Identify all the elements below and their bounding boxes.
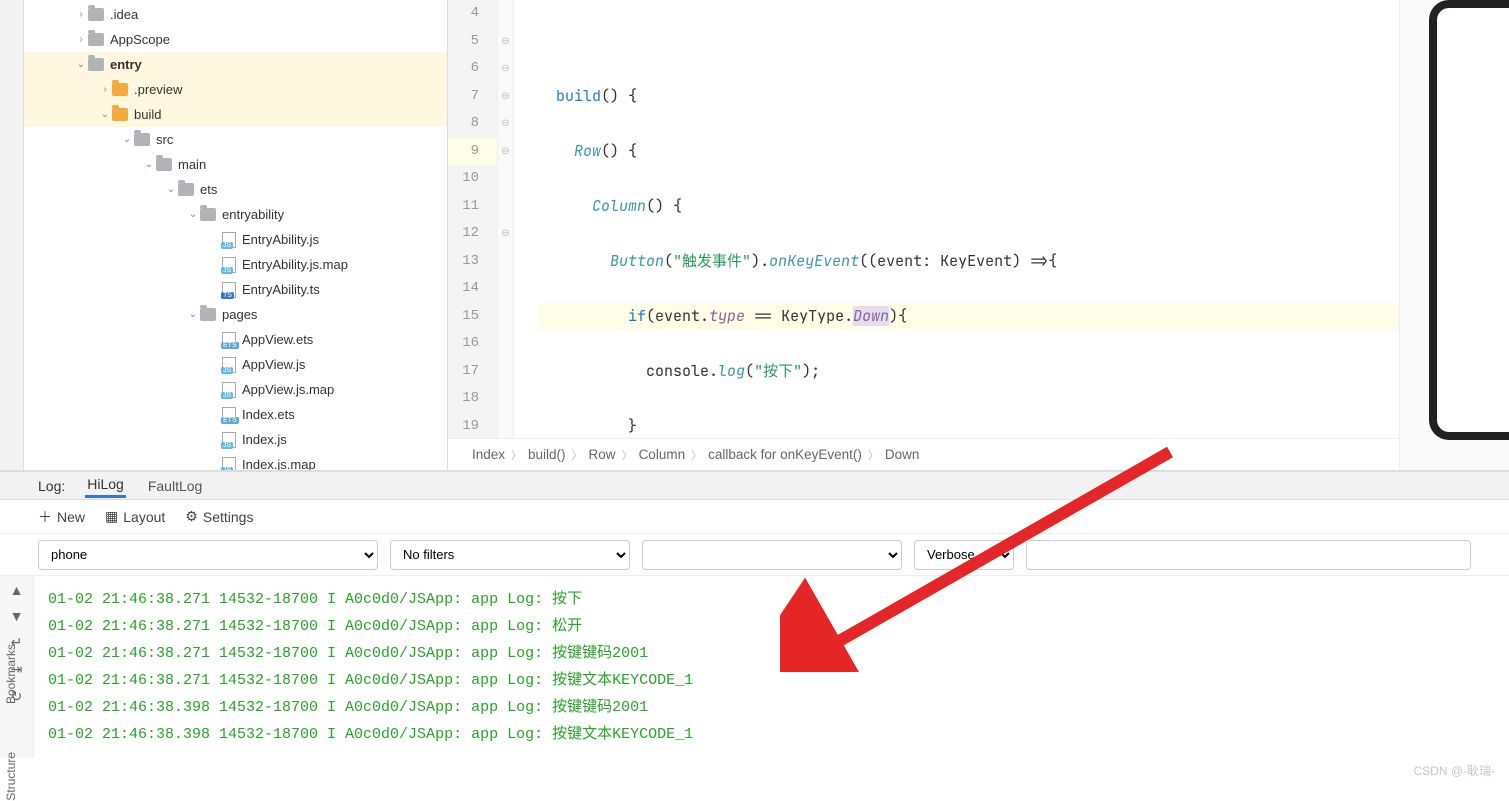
gear-icon: ⚙: [185, 508, 198, 525]
tab-hilog[interactable]: HiLog: [85, 473, 126, 498]
log-toolbar: ＋New ▦Layout ⚙Settings: [0, 500, 1509, 534]
tree-item-build[interactable]: ⌄build: [24, 102, 447, 127]
tree-item-src[interactable]: ⌄src: [24, 127, 447, 152]
structure-tab[interactable]: Structure: [4, 752, 18, 801]
tree-file-appview-jsmap[interactable]: JSAppView.js.map: [24, 377, 447, 402]
log-output[interactable]: 01-02 21:46:38.271 14532-18700 I A0c0d0/…: [34, 576, 1509, 758]
search-input[interactable]: [1026, 540, 1471, 570]
code-editor[interactable]: 45678910111213141516171819 ⊖⊖⊖⊖⊖⊖ build(…: [448, 0, 1399, 470]
tree-item-pages[interactable]: ⌄pages: [24, 302, 447, 327]
breadcrumb-item[interactable]: Index: [472, 447, 505, 462]
log-tab-bar: Log: HiLog FaultLog: [0, 470, 1509, 500]
tree-item-ets[interactable]: ⌄ets: [24, 177, 447, 202]
device-select[interactable]: phone: [38, 540, 378, 570]
watermark: CSDN @-耿瑞-: [1413, 762, 1495, 779]
filter-select[interactable]: No filters: [390, 540, 630, 570]
line-gutter: 45678910111213141516171819: [448, 0, 498, 438]
tree-file-appview-ets[interactable]: ETSAppView.ets: [24, 327, 447, 352]
breadcrumb-item[interactable]: Row: [589, 447, 616, 462]
tree-file-ea-js[interactable]: JSEntryAbility.js: [24, 227, 447, 252]
log-label: Log:: [38, 478, 65, 494]
tree-file-ea-jsmap[interactable]: JSEntryAbility.js.map: [24, 252, 447, 277]
settings-button[interactable]: ⚙Settings: [185, 508, 253, 525]
code-content[interactable]: build() { Row() { Column() { Button("触发事…: [514, 0, 1399, 438]
tree-file-index-js[interactable]: JSIndex.js: [24, 427, 447, 452]
breadcrumb-item[interactable]: Down: [885, 447, 920, 462]
arrow-down-icon[interactable]: ▼: [10, 608, 24, 624]
phone-preview: [1429, 0, 1509, 440]
preview-pane: [1399, 0, 1509, 470]
tree-item-entryability[interactable]: ⌄entryability: [24, 202, 447, 227]
tab-faultlog[interactable]: FaultLog: [146, 475, 204, 497]
tree-item-idea[interactable]: ›.idea: [24, 2, 447, 27]
breadcrumb-item[interactable]: Column: [639, 447, 686, 462]
tree-file-ea-ts[interactable]: TSEntryAbility.ts: [24, 277, 447, 302]
tree-file-index-jsmap[interactable]: JSIndex.js.map: [24, 452, 447, 470]
breadcrumb[interactable]: Index〉build()〉Row〉Column〉callback for on…: [448, 438, 1399, 470]
breadcrumb-item[interactable]: callback for onKeyEvent(): [708, 447, 862, 462]
new-button[interactable]: ＋New: [38, 507, 85, 527]
tree-item-entry[interactable]: ⌄entry: [24, 52, 447, 77]
breadcrumb-item[interactable]: build(): [528, 447, 566, 462]
project-tree[interactable]: ›.idea ›AppScope ⌄entry ›.preview ⌄build…: [24, 0, 448, 470]
arrow-up-icon[interactable]: ▲: [10, 582, 24, 598]
layout-icon: ▦: [105, 508, 118, 525]
left-toolbar: [0, 0, 24, 470]
layout-button[interactable]: ▦Layout: [105, 508, 165, 525]
tree-item-main[interactable]: ⌄main: [24, 152, 447, 177]
plus-icon: ＋: [38, 507, 52, 527]
tree-item-preview[interactable]: ›.preview: [24, 77, 447, 102]
tree-file-index-ets[interactable]: ETSIndex.ets: [24, 402, 447, 427]
log-filter-bar: phone No filters Verbose: [0, 534, 1509, 576]
fold-gutter[interactable]: ⊖⊖⊖⊖⊖⊖: [498, 0, 514, 438]
bookmarks-tab[interactable]: Bookmarks: [4, 644, 18, 704]
pkg-select[interactable]: [642, 540, 902, 570]
tree-item-appscope[interactable]: ›AppScope: [24, 27, 447, 52]
level-select[interactable]: Verbose: [914, 540, 1014, 570]
tree-file-appview-js[interactable]: JSAppView.js: [24, 352, 447, 377]
